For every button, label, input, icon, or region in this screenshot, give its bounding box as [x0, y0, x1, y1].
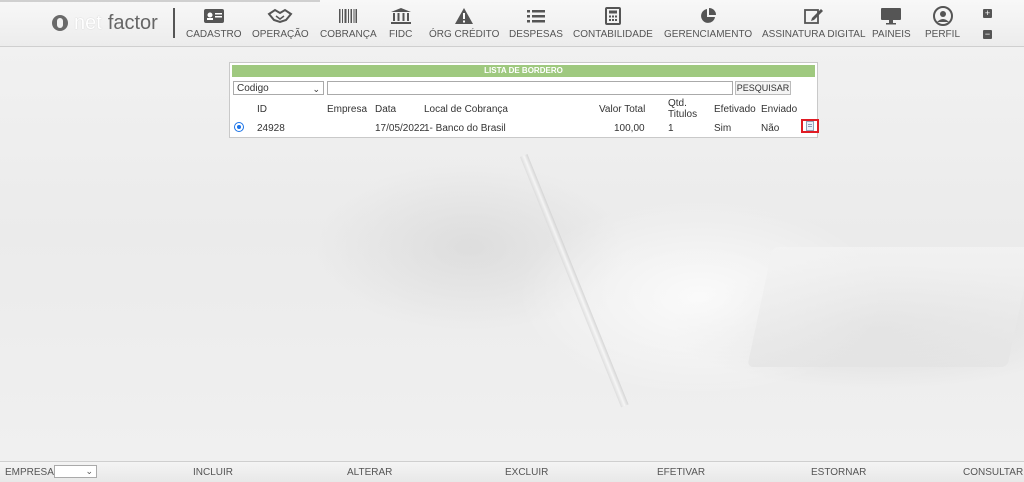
menu-fidc[interactable]: FIDC: [389, 6, 412, 40]
menu-assinatura-digital[interactable]: ASSINATURA DIGITAL: [762, 6, 866, 40]
warning-icon: [454, 6, 474, 26]
bank-icon: [390, 6, 412, 26]
menu-contabilidade[interactable]: CONTABILIDADE: [573, 6, 653, 40]
menu-label: OPERAÇÃO: [252, 29, 309, 40]
cell-local: 1- Banco do Brasil: [424, 123, 506, 134]
document-icon: [806, 121, 814, 131]
menu-label: ÓRG CRÉDITO: [429, 29, 500, 40]
filter-select-value: Codigo: [237, 83, 269, 94]
menu-org-credito[interactable]: ÓRG CRÉDITO: [429, 6, 499, 40]
menu-label: GERENCIAMENTO: [664, 29, 753, 40]
pen-illustration: [520, 154, 629, 408]
col-header-enviado: Enviado: [761, 104, 798, 115]
menu-label: DESPESAS: [509, 29, 563, 40]
cell-valor: 100,00: [614, 123, 645, 134]
alterar-button[interactable]: ALTERAR: [347, 467, 392, 478]
chevron-down-icon: ⌄: [85, 466, 93, 476]
menu-label: PERFIL: [925, 29, 961, 40]
document-button[interactable]: [801, 119, 819, 133]
menu-label: CADASTRO: [186, 29, 242, 40]
col-header-id: ID: [257, 104, 267, 115]
cell-id: 24928: [257, 123, 285, 134]
bordero-list-panel: LISTA DE BORDERO Codigo ⌄ PESQUISAR ID E…: [229, 62, 819, 138]
list-icon: [526, 6, 546, 26]
estornar-button[interactable]: ESTORNAR: [811, 467, 866, 478]
logo: net factor: [52, 10, 158, 36]
user-icon: [932, 6, 953, 26]
menu-despesas[interactable]: DESPESAS: [509, 6, 563, 40]
empresa-label: EMPRESA:: [5, 467, 57, 478]
search-input[interactable]: [327, 81, 733, 95]
handshake-icon: [267, 6, 293, 26]
menu-label: PAINEIS: [872, 29, 911, 40]
col-header-empresa: Empresa: [327, 104, 368, 115]
menu-perfil[interactable]: PERFIL: [925, 6, 960, 40]
col-header-valor: Valor Total: [599, 104, 646, 115]
col-header-local: Local de Cobrança: [424, 104, 508, 115]
cell-data: 17/05/2022: [375, 123, 426, 134]
barcode-icon: [338, 6, 358, 26]
menu-paineis[interactable]: PAINEIS: [872, 6, 911, 40]
calculator-icon: [604, 6, 621, 26]
consultar-button[interactable]: CONSULTAR: [963, 467, 1023, 478]
menu-gerenciamento[interactable]: GERENCIAMENTO: [664, 6, 752, 40]
top-menu-bar: net factor CADASTRO OPERAÇÃO COBRANÇA FI…: [0, 0, 1024, 47]
col-header-data: Data: [375, 104, 397, 115]
incluir-button[interactable]: INCLUIR: [193, 467, 233, 478]
col-header-qtd: Qtd.: [668, 98, 687, 109]
cell-efetivado: Sim: [714, 123, 732, 134]
cell-enviado: Não: [761, 123, 780, 134]
menu-label: FIDC: [389, 29, 413, 40]
cell-qtd: 1: [668, 123, 674, 134]
excluir-button[interactable]: EXCLUIR: [505, 467, 548, 478]
col-header-efetivado: Efetivado: [714, 104, 756, 115]
col-header-titulos: Titulos: [668, 109, 698, 120]
efetivar-button[interactable]: EFETIVAR: [657, 467, 705, 478]
zoom-out-button[interactable]: −: [983, 30, 992, 39]
menu-label: CONTABILIDADE: [573, 29, 653, 40]
menu-operacao[interactable]: OPERAÇÃO: [252, 6, 309, 40]
top-line: [0, 0, 320, 2]
empresa-select[interactable]: ⌄: [54, 465, 97, 478]
zoom-in-button[interactable]: +: [983, 9, 992, 18]
bottom-action-bar: EMPRESA: ⌄ INCLUIR ALTERAR EXCLUIR EFETI…: [0, 461, 1024, 482]
search-button[interactable]: PESQUISAR: [735, 81, 791, 95]
panel-title: LISTA DE BORDERO: [232, 65, 815, 77]
logo-net-text: net: [74, 11, 102, 34]
menu-label: ASSINATURA DIGITAL: [762, 29, 866, 40]
menu-cobranca[interactable]: COBRANÇA: [320, 6, 377, 40]
pie-chart-icon: [699, 6, 717, 26]
menu-cadastro[interactable]: CADASTRO: [186, 6, 242, 40]
filter-select[interactable]: Codigo ⌄: [233, 81, 324, 95]
menu-label: COBRANÇA: [320, 29, 377, 40]
logo-mark-icon: [52, 15, 68, 31]
chevron-down-icon: ⌄: [312, 84, 320, 94]
calculator-illustration: [747, 247, 1024, 367]
monitor-icon: [880, 6, 902, 26]
logo-separator: [173, 8, 175, 38]
edit-icon: [803, 6, 824, 26]
logo-factor-text: factor: [107, 11, 158, 34]
row-select-radio[interactable]: [234, 122, 244, 132]
id-card-icon: [203, 6, 225, 26]
